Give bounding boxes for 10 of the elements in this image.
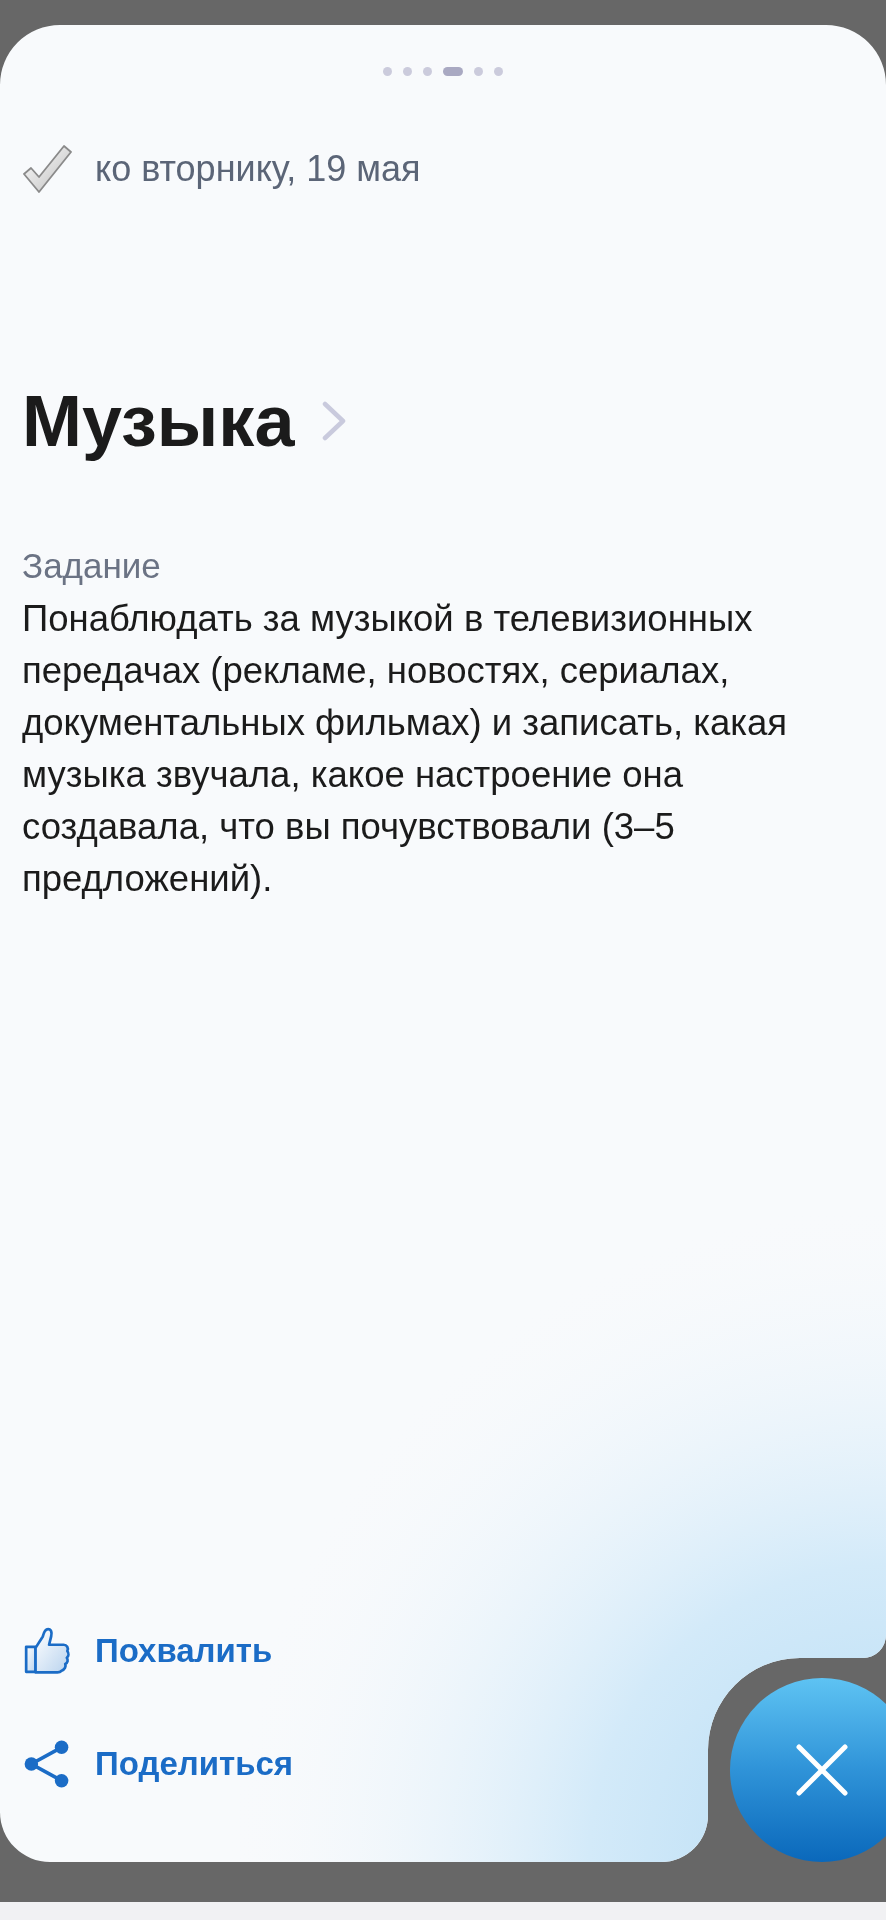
like-button[interactable]: Похвалить [22,1621,294,1681]
task-text: Понаблюдать за музыкой в телевизионных передачах (рекламе, новостях, сериалах, документальных фильмах) и записать, какая музыка звучала, какое настроение она создавала, что вы почувствовали (3–5 предложений). [22,597,789,901]
share-button[interactable]: Поделиться [22,1734,294,1794]
close-icon [796,1744,848,1796]
due-date: ко вторнику, 19 мая [95,148,421,190]
task-label: Задание [22,546,161,586]
thumbs-up-icon [22,1626,72,1676]
subject-link[interactable]: Музыка [22,381,347,461]
check-icon [22,144,72,194]
chevron-right-icon [322,401,347,441]
